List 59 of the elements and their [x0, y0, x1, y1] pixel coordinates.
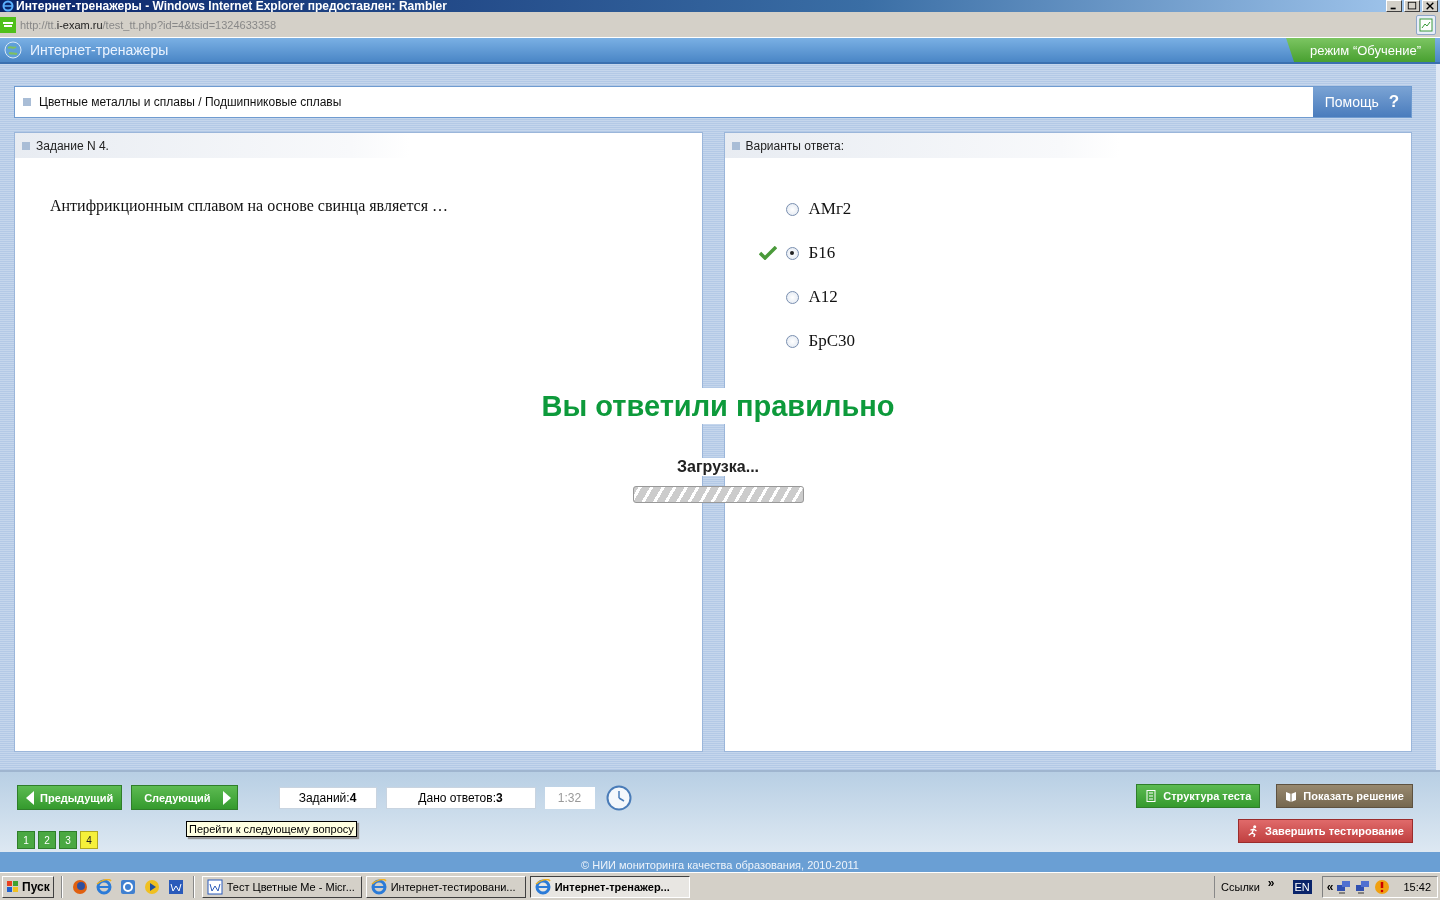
warning-icon[interactable]: [1374, 878, 1391, 895]
copyright-text: © НИИ мониторинга качества образования, 2010-2011: [581, 859, 859, 872]
maximize-icon[interactable]: [1404, 0, 1420, 12]
bullet-icon: [22, 141, 30, 150]
mode-label: режим “Обучение”: [1286, 38, 1435, 62]
close-icon[interactable]: [1422, 0, 1438, 12]
option-label: АМг2: [808, 199, 852, 219]
document-icon: [206, 878, 223, 895]
timer-label: 1:32: [544, 786, 595, 809]
links-label[interactable]: Ссылки: [1221, 880, 1260, 893]
word-icon[interactable]: [167, 878, 184, 895]
bullet-icon: [23, 98, 31, 106]
browser-icon[interactable]: [119, 878, 136, 895]
browser-icon: [370, 878, 387, 895]
chevron-button[interactable]: «: [1326, 879, 1334, 894]
left-arrow-icon: [26, 790, 34, 805]
radio-button[interactable]: [785, 334, 799, 348]
question-text: Антифрикционным сплавом на основе свинца является …: [50, 197, 450, 215]
chevron-button[interactable]: »: [1267, 875, 1275, 890]
option-label: БрС30: [808, 331, 856, 351]
window-title: Интернет-тренажеры - Windows Internet Explorer предоставлен: Rambler: [16, 0, 448, 12]
bullet-icon: [731, 141, 740, 150]
globe-icon: [4, 41, 22, 59]
page-button[interactable]: 4: [80, 831, 98, 849]
page-icon: [1419, 17, 1433, 32]
network-icon[interactable]: [1355, 878, 1372, 895]
radio-button[interactable]: [785, 290, 799, 304]
network-icon[interactable]: [1336, 878, 1353, 895]
finish-button[interactable]: Завершить тестирование: [1238, 819, 1413, 843]
browser-icon: [534, 878, 551, 895]
panel-heading: Задание N 4.: [36, 138, 109, 153]
taskbar-button[interactable]: Интернет-тестировани...: [365, 875, 526, 898]
clock-icon: [605, 784, 632, 811]
browser-icon[interactable]: [95, 878, 112, 895]
document-icon: [1145, 790, 1158, 802]
right-arrow-icon: [222, 790, 231, 805]
radio-button[interactable]: [785, 246, 799, 260]
option-label: Б16: [808, 243, 836, 263]
minimize-icon[interactable]: [1386, 0, 1402, 12]
taskbar-button[interactable]: Тест Цветные Ме - Micr...: [201, 875, 362, 898]
option-label: А12: [808, 287, 838, 307]
play-icon[interactable]: [143, 878, 160, 895]
solution-button[interactable]: Показать решение: [1276, 784, 1413, 808]
answers-count: Дано ответов:3: [385, 786, 536, 809]
radio-button[interactable]: [785, 202, 799, 216]
browser-icon: [2, 0, 14, 12]
tooltip: Перейти к следующему вопросу: [186, 821, 357, 837]
panel-heading: Варианты ответа:: [745, 138, 845, 153]
app-title: Интернет-тренажеры: [30, 42, 170, 58]
firefox-icon[interactable]: [71, 878, 88, 895]
tasks-count: Заданий:4: [278, 786, 377, 809]
breadcrumb-path: Цветные металлы и сплавы / Подшипниковые сплавы: [39, 95, 342, 109]
start-button[interactable]: Пуск: [2, 875, 54, 898]
book-icon: [1285, 790, 1298, 802]
taskbar-button[interactable]: Интернет-тренажер...: [529, 875, 690, 898]
windows-logo-icon: [6, 879, 20, 894]
clock-time: 15:42: [1403, 880, 1431, 893]
running-person-icon: [1247, 825, 1260, 837]
language-indicator[interactable]: EN: [1292, 879, 1312, 894]
